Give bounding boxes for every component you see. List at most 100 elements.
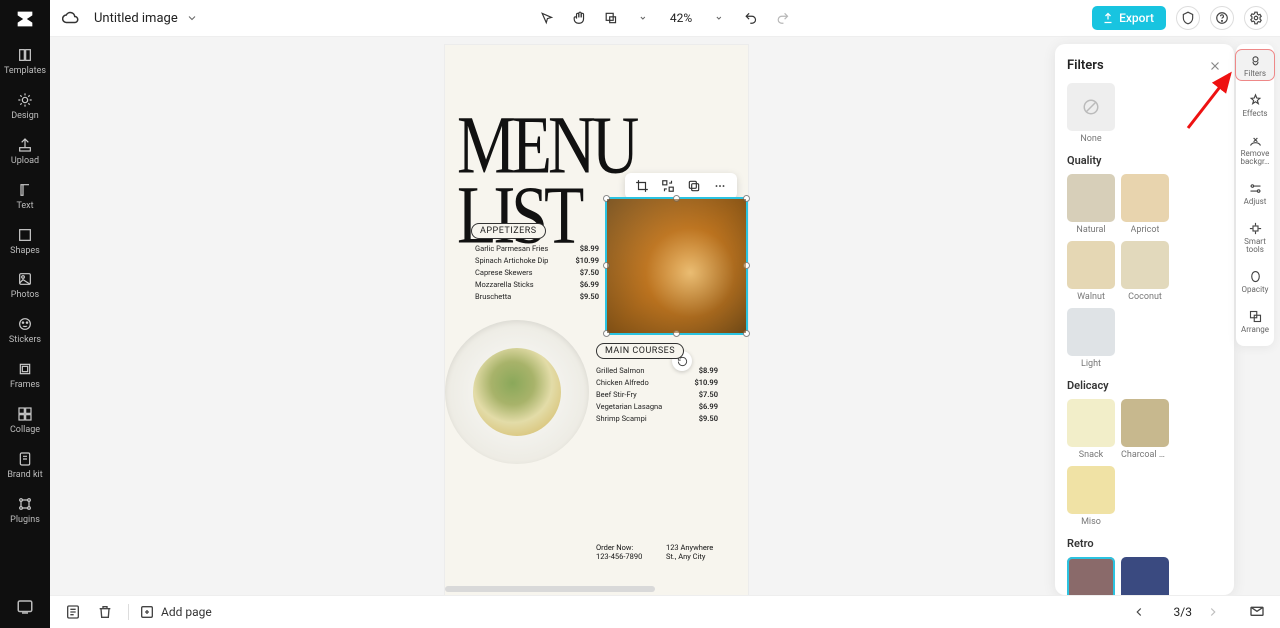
section-label-appetizers[interactable]: APPETIZERS: [471, 223, 546, 239]
menu-row[interactable]: Mozzarella Sticks$6.99: [475, 278, 599, 290]
filters-icon: [1247, 52, 1263, 68]
resize-handle[interactable]: [743, 330, 750, 337]
filter-thumb-coconut[interactable]: Coconut: [1121, 241, 1169, 302]
present-icon[interactable]: [1248, 603, 1266, 621]
left-sidebar: Templates Design Upload Text Shapes Photos Sti…: [0, 0, 50, 628]
resize-handle[interactable]: [603, 262, 610, 269]
rail-label: Arrange: [1239, 326, 1271, 334]
filter-none[interactable]: None: [1067, 83, 1115, 144]
filter-thumb-light[interactable]: Light: [1067, 308, 1115, 369]
item-name: Beef Stir-Fry: [596, 390, 699, 399]
menu-row[interactable]: Bruschetta$9.50: [475, 290, 599, 302]
copy-icon[interactable]: [686, 178, 702, 194]
menu-row[interactable]: Spinach Artichoke Dip$10.99: [475, 254, 599, 266]
add-page-label: Add page: [161, 605, 212, 619]
filter-section-retro: RetroCarmelMiami: [1067, 537, 1222, 595]
redo-icon[interactable]: [774, 9, 792, 27]
add-page-button[interactable]: Add page: [139, 604, 212, 620]
resize-handle[interactable]: [673, 330, 680, 337]
menu-row[interactable]: Caprese Skewers$7.50: [475, 266, 599, 278]
rail-item-adjust[interactable]: Adjust: [1236, 178, 1274, 208]
item-name: Shrimp Scampi: [596, 414, 699, 423]
delete-icon[interactable]: [96, 603, 114, 621]
filter-thumb-apricot[interactable]: Apricot: [1121, 174, 1169, 235]
nav-item-templates[interactable]: Templates: [0, 46, 50, 77]
resize-chevron-icon[interactable]: [634, 9, 652, 27]
selected-image[interactable]: [605, 197, 748, 335]
select-tool-icon[interactable]: [538, 9, 556, 27]
resize-handle[interactable]: [743, 262, 750, 269]
app-logo[interactable]: [12, 6, 38, 32]
nav-item-text[interactable]: Text: [0, 181, 50, 212]
section-label-main[interactable]: MAIN COURSES: [596, 343, 684, 359]
resize-handle[interactable]: [603, 330, 610, 337]
item-price: $10.99: [575, 256, 599, 265]
undo-icon[interactable]: [742, 9, 760, 27]
menu-row[interactable]: Shrimp Scampi$9.50: [596, 412, 718, 424]
rail-item-remove-backgr-[interactable]: Remove backgr…: [1236, 130, 1274, 168]
menu-row[interactable]: Beef Stir-Fry$7.50: [596, 388, 718, 400]
rail-item-arrange[interactable]: Arrange: [1236, 306, 1274, 336]
shield-icon[interactable]: [1176, 6, 1200, 30]
next-page-icon[interactable]: [1204, 603, 1222, 621]
rail-item-effects[interactable]: Effects: [1236, 90, 1274, 120]
photos-icon: [16, 270, 34, 288]
item-name: Caprese Skewers: [475, 268, 580, 277]
nav-item-collage[interactable]: Collage: [0, 405, 50, 436]
zoom-chevron-icon[interactable]: [710, 9, 728, 27]
plate-image[interactable]: [445, 320, 589, 464]
resize-handle[interactable]: [743, 195, 750, 202]
nav-item-upload[interactable]: Upload: [0, 136, 50, 167]
more-icon[interactable]: [712, 178, 728, 194]
nav-item-plugins[interactable]: Plugins: [0, 495, 50, 526]
thumb-label: Miso: [1081, 517, 1101, 527]
order-block[interactable]: Order Now: 123-456-7890: [596, 543, 642, 561]
nav-item-brand-kit[interactable]: Brand kit: [0, 450, 50, 481]
nav-item-stickers[interactable]: Stickers: [0, 315, 50, 346]
filter-thumb-snack[interactable]: Snack: [1067, 399, 1115, 460]
settings-icon[interactable]: [1244, 6, 1268, 30]
prev-page-icon[interactable]: [1130, 603, 1148, 621]
cloud-icon[interactable]: [62, 9, 80, 27]
document-title[interactable]: Untitled image: [94, 11, 178, 26]
export-button[interactable]: Export: [1092, 6, 1166, 30]
feedback-icon[interactable]: [16, 598, 34, 616]
item-name: Bruschetta: [475, 292, 580, 301]
mains-list[interactable]: Grilled Salmon$8.99Chicken Alfredo$10.99…: [596, 364, 718, 424]
menu-row[interactable]: Vegetarian Lasagna$6.99: [596, 400, 718, 412]
nav-item-design[interactable]: Design: [0, 91, 50, 122]
menu-row[interactable]: Grilled Salmon$8.99: [596, 364, 718, 376]
menu-row[interactable]: Chicken Alfredo$10.99: [596, 376, 718, 388]
close-icon[interactable]: [1208, 59, 1222, 73]
hand-tool-icon[interactable]: [570, 9, 588, 27]
nav-item-shapes[interactable]: Shapes: [0, 226, 50, 257]
nav-item-photos[interactable]: Photos: [0, 270, 50, 301]
filter-thumb-walnut[interactable]: Walnut: [1067, 241, 1115, 302]
rail-item-filters[interactable]: Filters: [1236, 50, 1274, 80]
templates-icon: [16, 46, 34, 64]
title-chevron-icon[interactable]: [186, 12, 198, 24]
nav-item-frames[interactable]: Frames: [0, 360, 50, 391]
export-label: Export: [1119, 11, 1154, 25]
crop-icon[interactable]: [634, 178, 650, 194]
rail-item-smart-tools[interactable]: Smart tools: [1236, 218, 1274, 256]
filter-thumb-miami[interactable]: Miami: [1121, 557, 1169, 595]
item-name: Grilled Salmon: [596, 366, 699, 375]
address-block[interactable]: 123 Anywhere St., Any City: [666, 543, 713, 561]
rail-item-opacity[interactable]: Opacity: [1236, 266, 1274, 296]
artboard[interactable]: MENU LIST APPETIZERS Garlic Parmesan Fri…: [445, 45, 748, 595]
resize-handle[interactable]: [673, 195, 680, 202]
help-icon[interactable]: [1210, 6, 1234, 30]
appetizers-list[interactable]: Garlic Parmesan Fries$8.99Spinach Artich…: [475, 242, 599, 302]
filter-thumb-carmel[interactable]: Carmel: [1067, 557, 1115, 595]
horizontal-scrollbar[interactable]: [445, 586, 655, 592]
filter-thumb-charcoal-fir-[interactable]: Charcoal fir…: [1121, 399, 1169, 460]
resize-tool-icon[interactable]: [602, 9, 620, 27]
resize-handle[interactable]: [603, 195, 610, 202]
filter-thumb-natural[interactable]: Natural: [1067, 174, 1115, 235]
menu-row[interactable]: Garlic Parmesan Fries$8.99: [475, 242, 599, 254]
replace-icon[interactable]: [660, 178, 676, 194]
filter-thumb-miso[interactable]: Miso: [1067, 466, 1115, 527]
notes-icon[interactable]: [64, 603, 82, 621]
zoom-level[interactable]: 42%: [670, 11, 692, 25]
